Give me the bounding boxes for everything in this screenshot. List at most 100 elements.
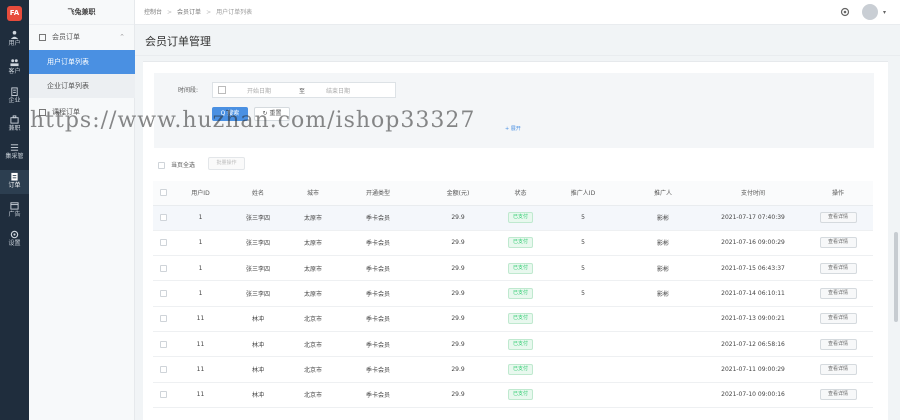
- cell-promoter-id: 5: [543, 205, 623, 231]
- status-badge: 已支付: [507, 237, 533, 249]
- cell-promoter-id: [543, 382, 623, 408]
- cell-promoter: [623, 331, 703, 358]
- row-checkbox[interactable]: [159, 391, 167, 399]
- cell-user-id: 11: [173, 306, 228, 332]
- batch-action-button[interactable]: 批量操作: [208, 157, 245, 170]
- view-detail-button[interactable]: 查看详情: [819, 262, 857, 274]
- user-icon: [10, 30, 19, 39]
- row-checkbox[interactable]: [159, 239, 167, 247]
- cell-action: 查看详情: [803, 356, 873, 383]
- cell-pay-time: 2021-07-13 09:00:21: [703, 306, 803, 332]
- cell-type: 季卡会员: [338, 356, 418, 383]
- cell-amount: 29.9: [418, 382, 498, 408]
- col-header: 推广人: [623, 181, 703, 206]
- cell-amount: 29.9: [418, 356, 498, 383]
- end-date-field[interactable]: 结束日期: [326, 86, 350, 95]
- view-detail-button[interactable]: 查看详情: [819, 389, 857, 401]
- row-checkbox[interactable]: [159, 315, 167, 323]
- cell-amount: 29.9: [418, 306, 498, 332]
- table-row[interactable]: 11 林冲 北京市 季卡会员 29.9 已支付 2021-07-13 09:00…: [153, 306, 873, 332]
- cell-city: 太原市: [288, 205, 338, 231]
- cell-status: 已支付: [498, 280, 543, 307]
- breadcrumb: 控制台 > 会员订单 > 用户订单列表: [144, 9, 253, 16]
- row-checkbox[interactable]: [159, 290, 167, 298]
- row-checkbox[interactable]: [159, 340, 167, 348]
- breadcrumb-home[interactable]: 控制台: [144, 9, 162, 16]
- cell-status: 已支付: [498, 382, 543, 408]
- select-all-checkbox[interactable]: [158, 162, 165, 169]
- row-checkbox-cell: [153, 306, 173, 332]
- view-detail-button[interactable]: 查看详情: [819, 237, 857, 249]
- status-badge: 已支付: [507, 212, 533, 224]
- table-row[interactable]: 1 张三李四 太原市 季卡会员 29.9 已支付 5 影彬 2021-07-17…: [153, 205, 873, 231]
- status-badge: 已支付: [507, 262, 533, 274]
- app-logo[interactable]: FA: [7, 6, 22, 21]
- start-date-field[interactable]: 开始日期: [247, 86, 271, 95]
- row-checkbox[interactable]: [159, 365, 167, 373]
- orders-table: 用户ID 姓名 城市 开通类型 金额(元) 状态 推广人ID 推广人 支付时间 …: [153, 181, 873, 408]
- cell-type: 季卡会员: [338, 280, 418, 307]
- row-checkbox[interactable]: [159, 264, 167, 272]
- date-range-picker[interactable]: 开始日期 至 结束日期: [212, 82, 396, 98]
- cell-name: 张三李四: [228, 205, 288, 231]
- table-row[interactable]: 1 张三李四 太原市 季卡会员 29.9 已支付 5 影彬 2021-07-16…: [153, 230, 873, 257]
- view-detail-button[interactable]: 查看详情: [819, 338, 857, 350]
- cell-user-id: 11: [173, 356, 228, 383]
- range-separator: 至: [299, 88, 306, 95]
- cell-type: 季卡会员: [338, 230, 418, 257]
- view-detail-button[interactable]: 查看详情: [819, 288, 857, 300]
- gear-icon: [10, 230, 19, 239]
- cell-pay-time: 2021-07-10 09:00:16: [703, 382, 803, 408]
- cell-action: 查看详情: [803, 205, 873, 231]
- table-row[interactable]: 11 林冲 北京市 季卡会员 29.9 已支付 2021-07-12 06:58…: [153, 331, 873, 358]
- sidebar-group-member-orders[interactable]: 会员订单 ⌃: [29, 26, 135, 48]
- sidebar-item-company-orders[interactable]: 企业订单列表: [29, 74, 135, 98]
- rail-item-settings[interactable]: 设置: [0, 228, 29, 252]
- theme-icon[interactable]: [840, 7, 850, 17]
- cell-name: 张三李四: [228, 255, 288, 282]
- cell-promoter: 影彬: [623, 280, 703, 307]
- rail-item-company[interactable]: 企业: [0, 85, 29, 109]
- cell-user-id: 1: [173, 230, 228, 257]
- cell-amount: 29.9: [418, 205, 498, 231]
- rail-item-order[interactable]: 订单: [0, 170, 29, 194]
- view-detail-button[interactable]: 查看详情: [819, 363, 857, 375]
- row-checkbox-cell: [153, 280, 173, 307]
- caret-down-icon[interactable]: ▾: [883, 9, 886, 16]
- rail-item-customer[interactable]: 客户: [0, 56, 29, 80]
- cell-status: 已支付: [498, 306, 543, 332]
- table-row[interactable]: 1 张三李四 太原市 季卡会员 29.9 已支付 5 影彬 2021-07-15…: [153, 255, 873, 282]
- select-all[interactable]: 当页全选: [158, 160, 195, 169]
- table-row[interactable]: 11 林冲 北京市 季卡会员 29.9 已支付 2021-07-11 09:00…: [153, 356, 873, 383]
- expand-link[interactable]: + 展开: [505, 125, 521, 132]
- cell-city: 北京市: [288, 382, 338, 408]
- table-row[interactable]: 11 林冲 北京市 季卡会员 29.9 已支付 2021-07-10 09:00…: [153, 382, 873, 408]
- breadcrumb-section[interactable]: 会员订单: [177, 9, 201, 16]
- cell-amount: 29.9: [418, 230, 498, 257]
- row-checkbox-cell: [153, 230, 173, 257]
- cell-type: 季卡会员: [338, 255, 418, 282]
- table-header: 用户ID 姓名 城市 开通类型 金额(元) 状态 推广人ID 推广人 支付时间 …: [153, 181, 873, 206]
- row-checkbox[interactable]: [159, 214, 167, 222]
- rail-item-user[interactable]: 用户: [0, 28, 29, 52]
- cell-promoter: 影彬: [623, 255, 703, 282]
- cell-action: 查看详情: [803, 230, 873, 257]
- cell-action: 查看详情: [803, 255, 873, 282]
- rail-item-parttime[interactable]: 兼职: [0, 113, 29, 137]
- cell-promoter-id: [543, 356, 623, 383]
- rail-item-ads[interactable]: 广告: [0, 199, 29, 223]
- view-detail-button[interactable]: 查看详情: [819, 212, 857, 224]
- rail-item-procure[interactable]: 集采管: [0, 141, 29, 165]
- icon-rail: FA 用户 客户 企业 兼职 集采管 订单 广告 设置: [0, 0, 29, 420]
- cell-pay-time: 2021-07-14 06:10:11: [703, 280, 803, 307]
- building-icon: [11, 87, 18, 96]
- table-row[interactable]: 1 张三李四 太原市 季卡会员 29.9 已支付 5 影彬 2021-07-14…: [153, 280, 873, 307]
- vertical-scrollbar[interactable]: [894, 232, 898, 322]
- cell-user-id: 11: [173, 331, 228, 358]
- avatar[interactable]: [862, 4, 878, 20]
- header-checkbox[interactable]: [159, 189, 167, 197]
- sidebar-item-user-orders[interactable]: 用户订单列表: [29, 50, 135, 74]
- rail-label: 用户: [8, 40, 21, 47]
- view-detail-button[interactable]: 查看详情: [819, 313, 857, 325]
- col-header: 状态: [498, 181, 543, 206]
